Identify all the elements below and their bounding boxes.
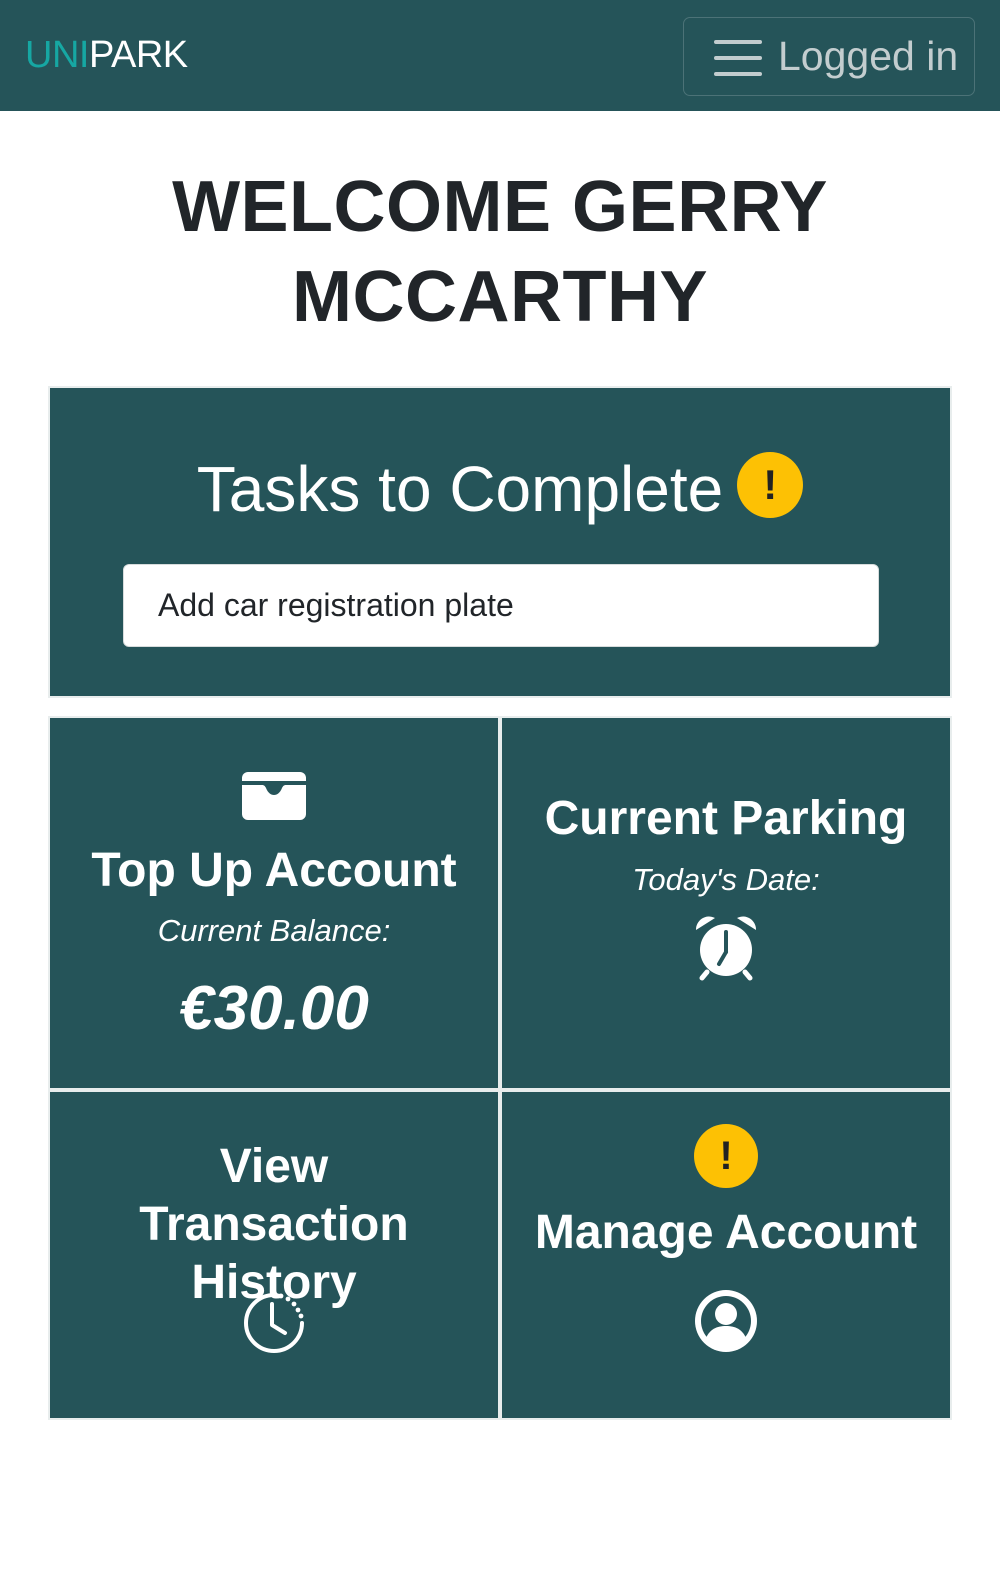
- transaction-history-title: View Transaction History: [139, 1140, 409, 1309]
- balance-amount: €30.00: [179, 974, 369, 1043]
- hamburger-icon: [714, 40, 762, 76]
- clock-history-icon: [244, 1293, 304, 1353]
- alarm-clock-icon: [695, 916, 757, 981]
- brand-prefix: UNI: [25, 34, 89, 76]
- current-parking-tile[interactable]: Current Parking Today's Date:: [500, 716, 952, 1090]
- todays-date-label: Today's Date:: [632, 862, 820, 897]
- welcome-heading: WELCOME GERRY MCCARTHY: [172, 167, 828, 337]
- wallet-icon: [242, 772, 306, 820]
- brand-logo[interactable]: UNIPARK: [25, 30, 188, 80]
- transaction-history-tile[interactable]: View Transaction History: [48, 1090, 500, 1420]
- menu-toggle-label: Logged in: [778, 33, 959, 79]
- tasks-title: Tasks to Complete!: [50, 446, 950, 527]
- tasks-panel: Tasks to Complete! Add car registration …: [48, 386, 952, 698]
- top-up-account-tile[interactable]: Top Up Account Current Balance: €30.00: [48, 716, 500, 1090]
- brand-suffix: PARK: [88, 34, 188, 76]
- top-up-title: Top Up Account: [91, 844, 457, 897]
- warning-icon: !: [737, 452, 804, 519]
- current-parking-title: Current Parking: [544, 792, 908, 845]
- tasks-title-text: Tasks to Complete: [196, 453, 724, 526]
- navbar: UNIPARK Logged in: [0, 0, 1000, 111]
- user-circle-icon: [695, 1290, 757, 1352]
- warning-icon: !: [694, 1124, 758, 1188]
- task-item-add-registration[interactable]: Add car registration plate: [123, 564, 879, 647]
- manage-account-title: Manage Account: [534, 1206, 918, 1259]
- manage-account-tile[interactable]: ! Manage Account: [500, 1090, 952, 1420]
- menu-toggle-button[interactable]: Logged in: [683, 17, 975, 96]
- current-balance-label: Current Balance:: [157, 913, 391, 948]
